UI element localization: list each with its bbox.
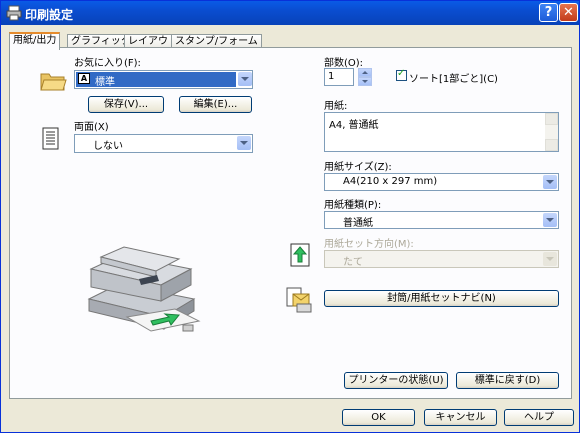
title-close-button[interactable]: ✕ <box>559 3 578 22</box>
duplex-select[interactable]: しない <box>74 134 253 153</box>
paper-feed-arrow-icon <box>290 243 310 267</box>
paper-size-label: 用紙サイズ(Z): <box>324 162 392 173</box>
favorites-value: 標準 <box>95 77 115 88</box>
folder-icon <box>40 73 67 91</box>
duplex-value: しない <box>93 141 123 152</box>
chevron-down-icon <box>543 252 557 266</box>
envelope-navi-icon <box>286 287 312 313</box>
chevron-down-icon <box>238 72 252 86</box>
paper-type-label: 用紙種類(P): <box>324 200 382 211</box>
printer-icon <box>6 5 22 21</box>
paper-orientation-select[interactable]: たて <box>324 250 559 268</box>
paper-orientation-value: たて <box>343 257 363 268</box>
copies-label: 部数(O): <box>324 58 364 69</box>
favorites-label: お気に入り(F): <box>74 58 141 69</box>
printer-status-button[interactable]: プリンターの状態(U) <box>344 372 448 389</box>
copies-input[interactable]: 1 <box>324 68 354 86</box>
favorite-a-icon: A <box>78 73 90 84</box>
save-favorite-button[interactable]: 保存(V)... <box>88 96 164 113</box>
edit-favorite-button[interactable]: 編集(E)... <box>179 96 252 113</box>
paper-type-value: 普通紙 <box>343 218 373 229</box>
ok-button[interactable]: OK <box>342 409 415 426</box>
collate-label[interactable]: ソート[1部ごと](C) <box>409 70 498 85</box>
collate-checkbox[interactable] <box>396 68 407 81</box>
chevron-down-icon <box>237 136 251 150</box>
window-title: 印刷設定 <box>25 8 74 22</box>
tab-paper-output[interactable]: 用紙/出力 <box>9 32 61 50</box>
chevron-down-icon <box>543 213 557 227</box>
favorites-select[interactable]: A 標準 <box>74 70 253 89</box>
paper-summary-box[interactable]: A4, 普通紙 <box>324 112 559 152</box>
favorites-dropdown-button[interactable] <box>237 72 253 88</box>
paper-label: 用紙: <box>324 101 348 112</box>
paper-size-value: A4(210 x 297 mm) <box>343 176 438 187</box>
paper-size-select[interactable]: A4(210 x 297 mm) <box>324 173 559 191</box>
chevron-down-icon <box>543 175 557 189</box>
spin-down-icon[interactable] <box>358 77 372 86</box>
help-button[interactable]: ヘルプ <box>504 409 574 426</box>
duplex-document-icon <box>42 127 59 150</box>
printer-illustration <box>87 246 201 332</box>
print-settings-dialog: 印刷設定 ? ✕ 用紙/出力 グラフィックス レイアウト スタンプ/フォーム お… <box>0 0 580 433</box>
cancel-button[interactable]: キャンセル <box>424 409 497 426</box>
envelope-setup-navi-button[interactable]: 封筒/用紙セットナビ(N) <box>324 290 559 307</box>
copies-value: 1 <box>328 71 335 82</box>
scroll-down-icon[interactable] <box>545 139 558 151</box>
duplex-label: 両面(X) <box>74 122 109 133</box>
paper-summary-scrollbar[interactable] <box>545 113 558 151</box>
paper-summary-value: A4, 普通紙 <box>329 120 379 131</box>
restore-defaults-button[interactable]: 標準に戻す(D) <box>456 372 559 389</box>
spin-up-icon[interactable] <box>358 68 372 77</box>
tab-stamp-form[interactable]: スタンプ/フォーム <box>171 34 262 48</box>
paper-type-select[interactable]: 普通紙 <box>324 211 559 229</box>
copies-spinner[interactable] <box>358 68 372 86</box>
scroll-up-icon[interactable] <box>545 113 558 125</box>
title-help-button[interactable]: ? <box>539 3 558 22</box>
title-bar[interactable]: 印刷設定 ? ✕ <box>1 1 579 25</box>
paper-orientation-label: 用紙セット方向(M): <box>324 239 414 250</box>
